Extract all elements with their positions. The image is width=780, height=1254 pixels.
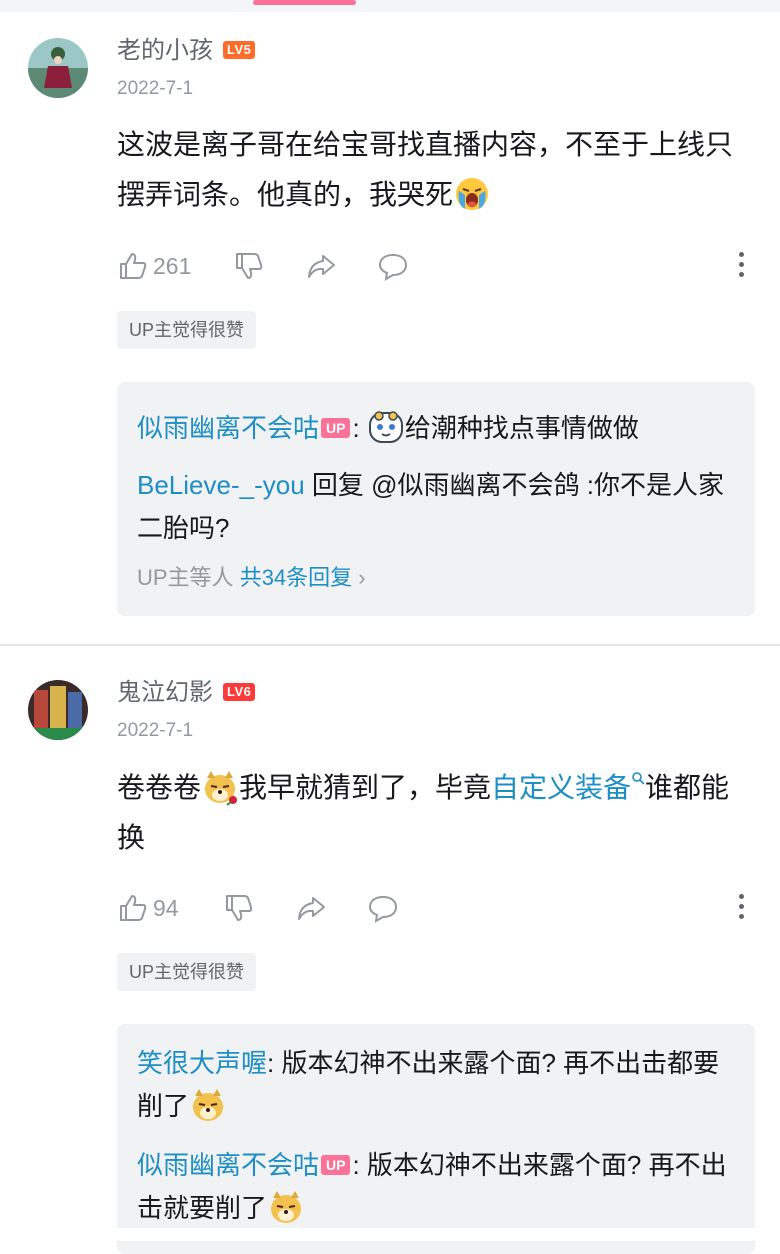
reply-preview-box[interactable]: 似雨幽离不会咕 UP: 给潮种找点事情做做 BeLieve-_-you 回复 @似… xyxy=(117,382,755,616)
more-replies-prefix: UP主等人 xyxy=(137,565,240,590)
reply-author[interactable]: 似雨幽离不会咕 xyxy=(137,413,319,443)
reply-line[interactable]: 似雨幽离不会咕 UP: 版本幻神不出来露个面? 再不出击就要削了 xyxy=(137,1144,727,1230)
up-tag: UP xyxy=(321,418,351,439)
reply-count-link[interactable]: 共34条回复 xyxy=(240,565,352,590)
dislike-button[interactable] xyxy=(233,248,265,284)
reply-separator: : xyxy=(352,1150,367,1180)
share-button[interactable] xyxy=(295,890,327,926)
comment-date: 2022-7-1 xyxy=(117,720,194,741)
thumb-up-icon xyxy=(120,253,147,279)
reply-author[interactable]: BeLieve-_-you xyxy=(137,470,305,500)
cartoon-face-icon xyxy=(367,408,405,446)
comment-text-body: 卷卷卷 xyxy=(117,772,202,803)
reply-author[interactable]: 笑很大声喔 xyxy=(137,1048,267,1078)
chevron-right-icon: › xyxy=(358,565,366,590)
doge-icon xyxy=(189,1086,227,1124)
top-strip xyxy=(0,0,780,12)
search-link-text[interactable]: 自定义装备 xyxy=(491,772,631,803)
dislike-button[interactable] xyxy=(223,890,255,926)
comment-text: 卷卷卷 我早就猜到了，毕竟自定义装备 谁都能换 xyxy=(117,763,757,863)
scroll-indicator xyxy=(253,0,356,5)
bottom-edge xyxy=(0,1228,780,1241)
share-button[interactable] xyxy=(305,248,337,284)
thumb-down-icon xyxy=(236,253,263,279)
like-button[interactable]: 94 xyxy=(117,890,179,926)
reply-line[interactable]: 笑很大声喔: 版本幻神不出来露个面? 再不出击都要削了 xyxy=(137,1042,727,1128)
comment-icon xyxy=(378,253,408,281)
search-link[interactable]: 自定义装备 xyxy=(491,772,645,803)
reply-button[interactable] xyxy=(367,890,399,926)
comment-actions: 94 xyxy=(117,890,747,926)
search-icon xyxy=(632,772,645,785)
doge-icon xyxy=(267,1188,305,1226)
avatar[interactable] xyxy=(28,680,88,740)
reply-text: 给潮种找点事情做做 xyxy=(404,413,639,443)
view-more-replies[interactable]: UP主等人 共34条回复 › xyxy=(137,560,366,592)
up-liked-badge: UP主觉得很赞 xyxy=(117,311,257,349)
reply-separator: : xyxy=(267,1048,282,1078)
username-text[interactable]: 鬼泣幻影 xyxy=(117,679,213,706)
username[interactable]: 老的小孩 LV5 xyxy=(117,36,256,66)
comment-actions: 261 xyxy=(117,248,747,284)
doge-rose-icon xyxy=(201,768,239,806)
share-icon xyxy=(298,897,325,920)
crying-face-icon xyxy=(453,175,491,213)
avatar[interactable] xyxy=(28,38,88,98)
comment-text-middle: 我早就猜到了，毕竟 xyxy=(239,772,492,803)
more-options-icon[interactable] xyxy=(737,252,745,280)
more-options-icon[interactable] xyxy=(737,894,745,922)
like-count: 261 xyxy=(153,252,192,279)
thumb-up-icon xyxy=(120,895,147,921)
reply-line[interactable]: BeLieve-_-you 回复 @似雨幽离不会鸽 :你不是人家二胎吗? xyxy=(137,464,727,550)
reply-separator: : xyxy=(352,413,367,443)
like-count: 94 xyxy=(153,894,179,921)
up-liked-badge: UP主觉得很赞 xyxy=(117,953,257,991)
up-tag: UP xyxy=(321,1155,351,1176)
comment-icon xyxy=(368,895,398,923)
username[interactable]: 鬼泣幻影 LV6 xyxy=(117,678,256,708)
comment-text: 这波是离子哥在给宝哥找直播内容，不至于上线只摆弄词条。他真的，我哭死 xyxy=(117,120,757,220)
reply-line[interactable]: 似雨幽离不会咕 UP: 给潮种找点事情做做 xyxy=(137,407,727,450)
level-badge: LV6 xyxy=(223,682,256,701)
reply-button[interactable] xyxy=(377,248,409,284)
share-icon xyxy=(308,255,335,278)
username-text[interactable]: 老的小孩 xyxy=(117,37,213,64)
thumb-down-icon xyxy=(226,895,253,921)
reply-author[interactable]: 似雨幽离不会咕 xyxy=(137,1150,319,1180)
divider xyxy=(0,644,780,646)
reply-preview-box[interactable]: 笑很大声喔: 版本幻神不出来露个面? 再不出击都要削了 似雨幽离不会咕 UP: 版… xyxy=(117,1024,755,1254)
comment-date: 2022-7-1 xyxy=(117,78,194,99)
level-badge: LV5 xyxy=(223,40,256,59)
like-button[interactable]: 261 xyxy=(117,248,191,284)
comment-text-body: 这波是离子哥在给宝哥找直播内容，不至于上线只摆弄词条。他真的，我哭死 xyxy=(117,129,734,210)
